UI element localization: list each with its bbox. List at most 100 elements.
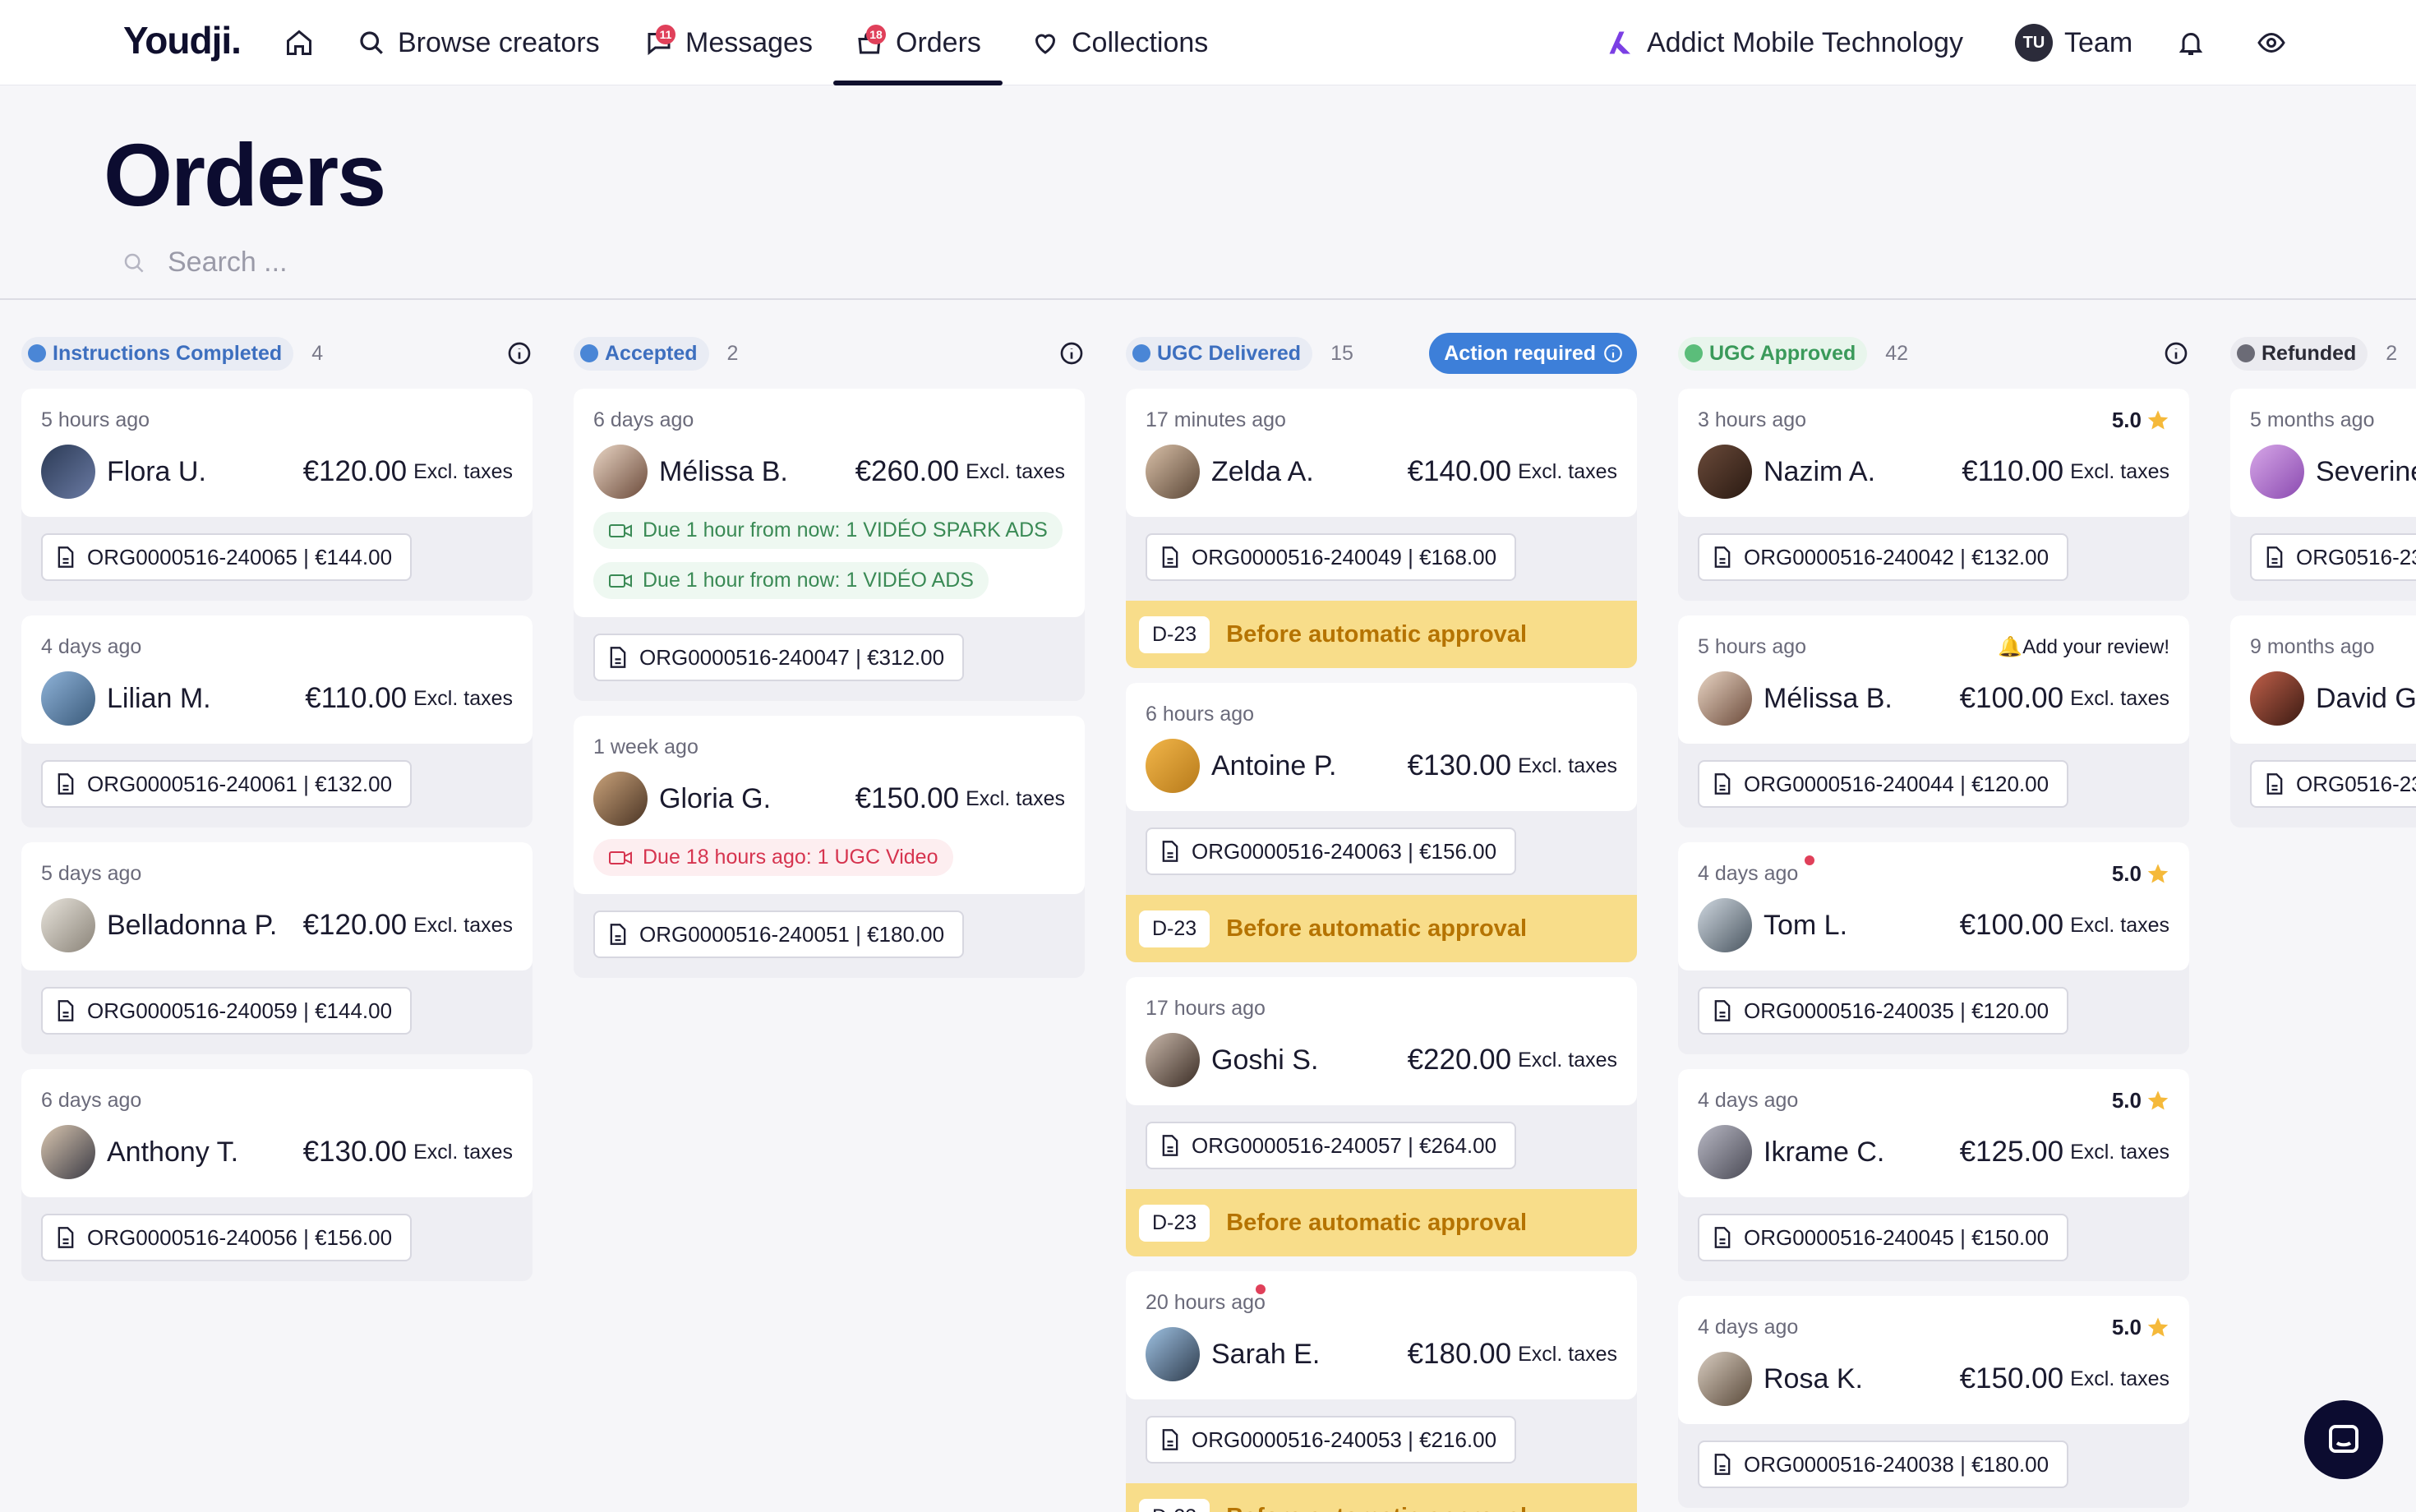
creator-name: Mélissa B. <box>659 455 788 487</box>
support-chat-button[interactable] <box>2304 1400 2383 1479</box>
nav-messages[interactable]: Messages 11 <box>644 0 813 85</box>
order-reference[interactable]: ORG0000516-240063 | €156.00 <box>1146 827 1517 875</box>
nav-messages-label: Messages <box>685 26 813 58</box>
order-reference[interactable]: ORG0516-23 <box>2250 533 2416 581</box>
order-reference[interactable]: ORG0516-23 <box>2250 760 2416 808</box>
order-reference[interactable]: ORG0000516-240047 | €312.00 <box>593 634 965 681</box>
status-pill: Refunded <box>2230 336 2368 371</box>
card-summary: 9 months ago David G <box>2230 615 2416 744</box>
nav-browse-label: Browse creators <box>398 26 600 58</box>
search-bar[interactable] <box>122 247 661 279</box>
creator-name: Tom L. <box>1764 909 1848 941</box>
bell-icon: 🔔 <box>1998 635 2023 658</box>
company-name: Addict Mobile Technology <box>1647 26 1963 58</box>
order-reference[interactable]: ORG0000516-240042 | €132.00 <box>1698 533 2069 581</box>
order-card[interactable]: 4 days ago 5.0 Ikrame C. €125.00 Excl. t… <box>1678 1069 2189 1281</box>
avatar <box>41 1125 95 1179</box>
nav-collections[interactable]: Collections <box>1030 0 1208 85</box>
notifications-button[interactable] <box>2176 0 2206 85</box>
add-review-link[interactable]: 🔔Add your review! <box>1998 635 2169 659</box>
order-card[interactable]: 4 days ago 5.0 Tom L. €100.00 Excl. taxe… <box>1678 842 2189 1054</box>
excl-taxes: Excl. taxes <box>1518 1048 1617 1072</box>
column-accepted: Accepted 2 6 days ago Mélissa B. €260.00… <box>574 333 1085 978</box>
price: €180.00 <box>1407 1338 1512 1370</box>
order-card[interactable]: 6 days ago Mélissa B. €260.00 Excl. taxe… <box>574 389 1085 701</box>
creator-name: Rosa K. <box>1764 1362 1863 1394</box>
order-reference[interactable]: ORG0000516-240049 | €168.00 <box>1146 533 1517 581</box>
status-label: Refunded <box>2262 341 2357 365</box>
due-text: Due 18 hours ago: 1 UGC Video <box>643 846 938 869</box>
order-card[interactable]: 5 hours ago Flora U. €120.00 Excl. taxes… <box>21 389 533 601</box>
company-switcher[interactable]: Addict Mobile Technology <box>1606 0 1963 85</box>
price: €220.00 <box>1407 1044 1512 1076</box>
order-reference[interactable]: ORG0000516-240051 | €180.00 <box>593 910 965 958</box>
order-card[interactable]: 9 months ago David G ORG0516-23 <box>2230 615 2416 827</box>
order-reference[interactable]: ORG0000516-240056 | €156.00 <box>41 1214 413 1261</box>
time-ago: 3 hours ago <box>1698 408 1807 431</box>
info-icon[interactable] <box>2163 340 2189 366</box>
order-reference[interactable]: ORG0000516-240057 | €264.00 <box>1146 1122 1517 1169</box>
nav-browse-creators[interactable]: Browse creators <box>357 0 600 85</box>
order-reference[interactable]: ORG0000516-240053 | €216.00 <box>1146 1416 1517 1464</box>
order-card[interactable]: 5 hours ago 🔔Add your review! Mélissa B.… <box>1678 615 2189 827</box>
order-reference[interactable]: ORG0000516-240059 | €144.00 <box>41 987 413 1035</box>
action-required-button[interactable]: Action required <box>1429 333 1637 374</box>
excl-taxes: Excl. taxes <box>2070 1367 2169 1390</box>
video-icon <box>609 574 632 588</box>
order-card[interactable]: 6 days ago Anthony T. €130.00 Excl. taxe… <box>21 1069 533 1281</box>
time-ago: 4 days ago <box>1698 1088 1799 1112</box>
order-card[interactable]: 4 days ago Lilian M. €110.00 Excl. taxes… <box>21 615 533 827</box>
time-ago: 20 hours ago <box>1146 1290 1266 1314</box>
nav-orders[interactable]: Orders 18 <box>833 0 1003 85</box>
rating-value: 5.0 <box>2111 407 2142 432</box>
nav-home[interactable] <box>284 0 314 85</box>
order-reference-text: ORG0000516-240061 | €132.00 <box>87 771 393 796</box>
time-ago: 6 days ago <box>41 1088 142 1112</box>
order-reference[interactable]: ORG0000516-240045 | €150.00 <box>1698 1214 2069 1261</box>
rating: 5.0 <box>2112 1088 2169 1113</box>
order-card[interactable]: 5 months ago Severine ORG0516-23 <box>2230 389 2416 601</box>
company-logo-icon <box>1609 31 1630 54</box>
order-card[interactable]: 17 minutes ago Zelda A. €140.00 Excl. ta… <box>1126 389 1637 668</box>
order-card[interactable]: 5 days ago Belladonna P. €120.00 Excl. t… <box>21 842 533 1054</box>
preview-button[interactable] <box>2257 0 2286 85</box>
orders-badge: 18 <box>866 25 886 44</box>
order-reference[interactable]: ORG0000516-240038 | €180.00 <box>1698 1441 2069 1488</box>
star-icon <box>2147 1317 2169 1337</box>
order-reference[interactable]: ORG0000516-240044 | €120.00 <box>1698 760 2069 808</box>
star-icon <box>2147 410 2169 430</box>
order-card[interactable]: 6 hours ago Antoine P. €130.00 Excl. tax… <box>1126 683 1637 962</box>
order-reference[interactable]: ORG0000516-240061 | €132.00 <box>41 760 413 808</box>
order-reference-text: ORG0000516-240063 | €156.00 <box>1192 838 1497 864</box>
order-reference-text: ORG0000516-240038 | €180.00 <box>1744 1451 2049 1477</box>
excl-taxes: Excl. taxes <box>966 459 1065 483</box>
nav-collections-label: Collections <box>1072 26 1209 58</box>
creator-name: Belladonna P. <box>107 909 278 941</box>
avatar <box>593 772 648 826</box>
info-icon[interactable] <box>506 340 533 366</box>
order-reference[interactable]: ORG0000516-240035 | €120.00 <box>1698 987 2069 1035</box>
document-icon <box>1714 1227 1731 1248</box>
order-card[interactable]: 3 hours ago 5.0 Nazim A. €110.00 Excl. t… <box>1678 389 2189 601</box>
card-summary: 3 hours ago 5.0 Nazim A. €110.00 Excl. t… <box>1678 389 2189 517</box>
time-ago: 5 months ago <box>2250 408 2375 431</box>
price: €150.00 <box>855 782 960 814</box>
team-label: Team <box>2064 26 2133 58</box>
search-input[interactable] <box>168 247 661 279</box>
youdji-logo[interactable]: Youdji. <box>123 18 242 62</box>
order-card[interactable]: 17 hours ago Goshi S. €220.00 Excl. taxe… <box>1126 977 1637 1256</box>
order-reference[interactable]: ORG0000516-240065 | €144.00 <box>41 533 413 581</box>
column-refunded-viewport: Refunded 2 5 months ago Severine ORG0516… <box>2230 333 2416 1512</box>
home-icon <box>287 30 311 55</box>
star-icon <box>2147 1090 2169 1110</box>
card-summary: 4 days ago 5.0 Rosa K. €150.00 Excl. tax… <box>1678 1296 2189 1424</box>
order-card[interactable]: 1 week ago Gloria G. €150.00 Excl. taxes… <box>574 716 1085 978</box>
info-icon[interactable] <box>1058 340 1085 366</box>
creator-name: Goshi S. <box>1211 1044 1319 1076</box>
order-card[interactable]: 4 days ago 5.0 Rosa K. €150.00 Excl. tax… <box>1678 1296 2189 1508</box>
order-card[interactable]: 20 hours ago Sarah E. €180.00 Excl. taxe… <box>1126 1271 1637 1512</box>
top-navigation: Youdji. Browse creators Messages 11 Orde… <box>0 0 2416 85</box>
order-reference-text: ORG0516-23 <box>2296 544 2416 569</box>
team-menu[interactable]: TU Team <box>2015 0 2132 85</box>
column-header: UGC Approved 42 <box>1678 333 2189 374</box>
